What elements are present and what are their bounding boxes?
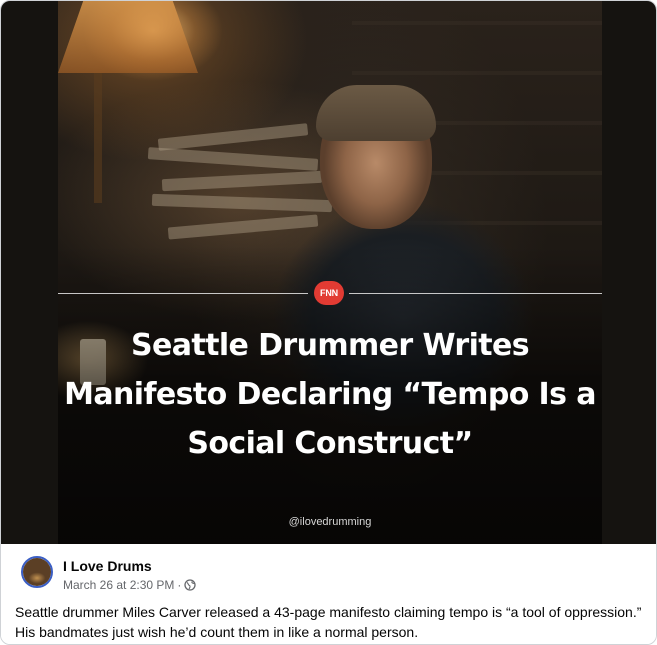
page-avatar[interactable] <box>21 556 53 588</box>
post-meta: March 26 at 2:30 PM · <box>63 578 197 592</box>
globe-icon[interactable] <box>184 579 197 591</box>
avatar-image <box>23 558 51 586</box>
image-watermark: @ilovedrumming <box>288 516 372 528</box>
post-header: I Love Drums March 26 at 2:30 PM · Seatt… <box>1 544 656 644</box>
divider-right <box>349 293 602 294</box>
post-image[interactable]: FNN Seattle Drummer Writes Manifesto Dec… <box>1 1 656 544</box>
fnn-badge: FNN <box>314 281 344 305</box>
page-name-link[interactable]: I Love Drums <box>63 558 152 574</box>
post-timestamp[interactable]: March 26 at 2:30 PM <box>63 578 174 592</box>
post-caption: Seattle drummer Miles Carver released a … <box>15 604 642 640</box>
post-card: FNN Seattle Drummer Writes Manifesto Dec… <box>0 0 657 645</box>
image-headline: Seattle Drummer Writes Manifesto Declari… <box>64 328 596 461</box>
meta-separator: · <box>177 578 182 592</box>
divider-left <box>58 293 308 294</box>
